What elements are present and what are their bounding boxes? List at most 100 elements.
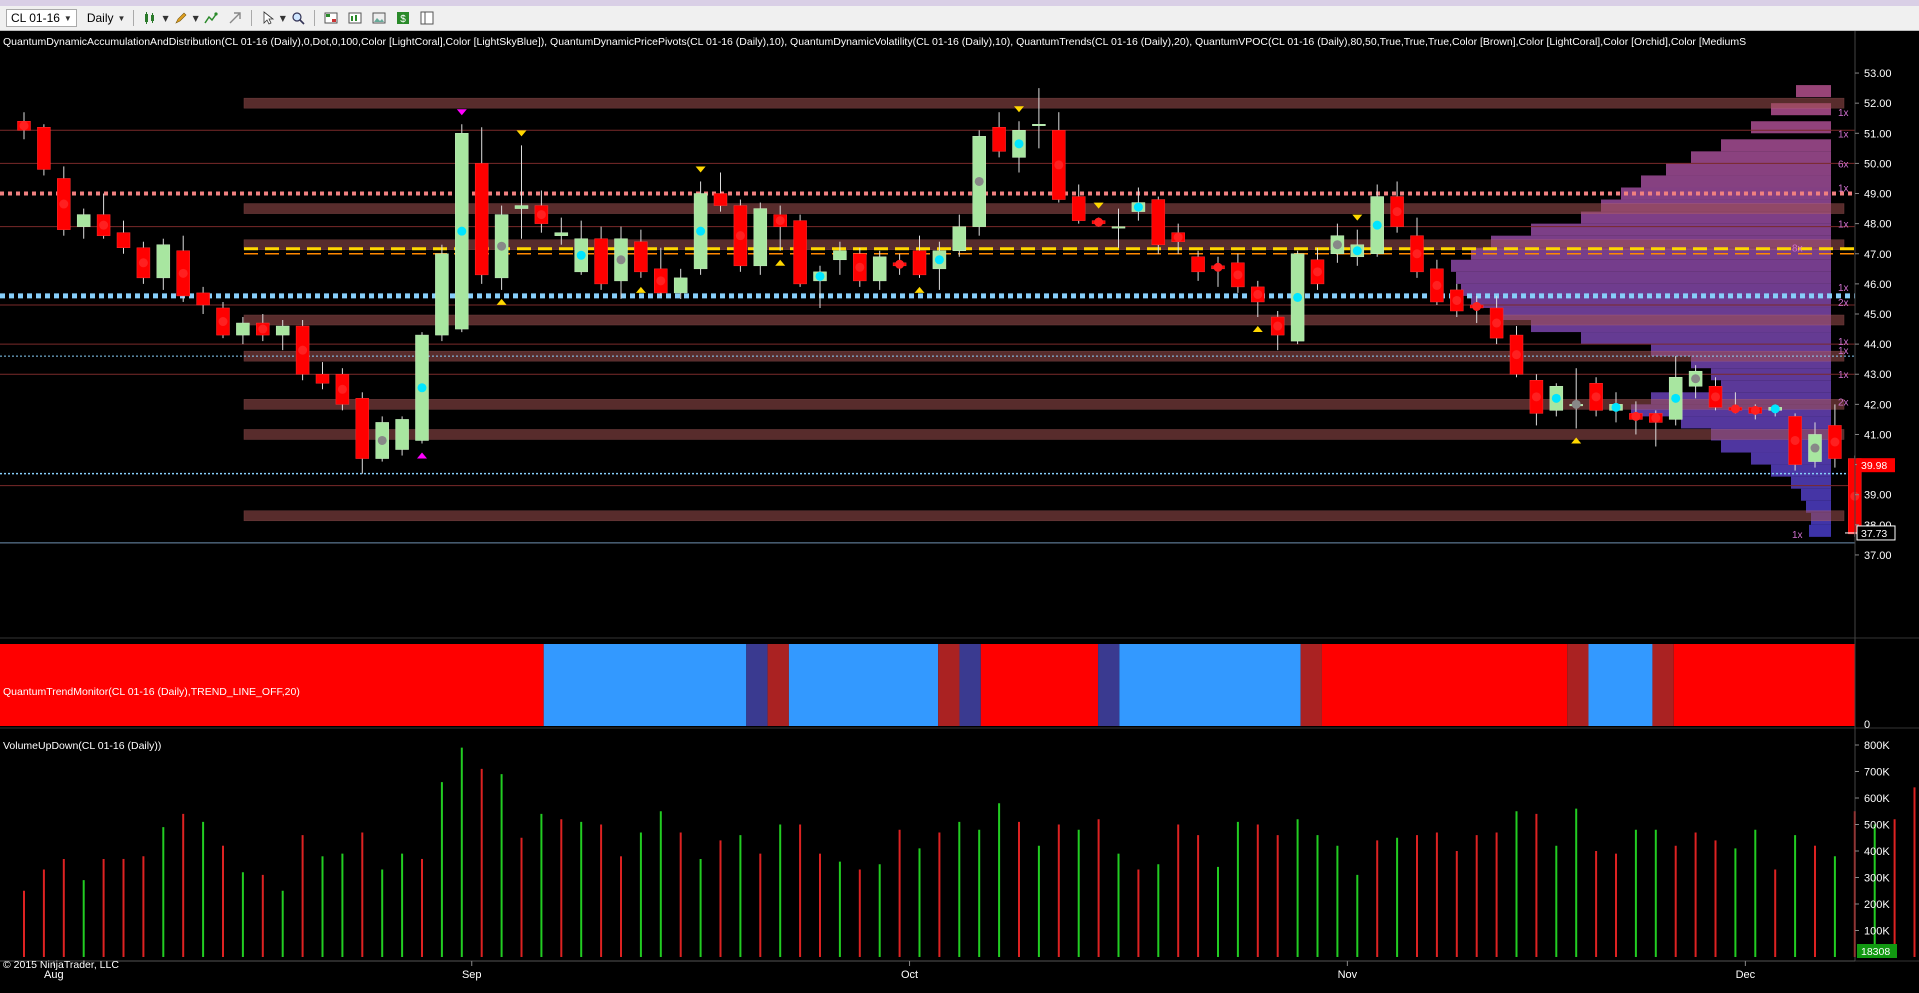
strategy-icon (229, 12, 241, 24)
volatility-dot (1531, 392, 1541, 402)
vpoc-profile-bar (1801, 488, 1831, 501)
chevron-down-icon: ▼ (279, 13, 286, 23)
candle-body (275, 325, 290, 336)
candle-body (315, 373, 330, 384)
interval-selector[interactable]: Daily ▼ (83, 10, 130, 26)
price-axis-label: 50.00 (1864, 158, 1892, 170)
volatility-dot (1730, 404, 1740, 414)
volatility-dot (616, 255, 626, 265)
candle-body (37, 127, 51, 170)
candle-body (713, 193, 728, 206)
price-axis-label: 42.00 (1864, 399, 1892, 411)
volatility-dot (1432, 280, 1442, 290)
volatility-dot (1512, 350, 1521, 360)
zoom-button[interactable] (288, 9, 308, 27)
support-resistance-zone (243, 510, 1845, 522)
volatility-dot (895, 259, 905, 269)
snapshot-button[interactable] (369, 9, 389, 27)
candle-body (514, 205, 529, 209)
candle-body (474, 163, 489, 276)
volume-axis-label: 700K (1864, 767, 1890, 779)
support-resistance-zone (243, 314, 1845, 326)
x-axis-label: Dec (1736, 969, 1756, 981)
chart-area[interactable]: 1x1x6x1x1x8x1x2x1x1x1x2x1x 53.0052.0051.… (0, 31, 1919, 993)
price-axis-label: 43.00 (1864, 369, 1892, 381)
volatility-dot (19, 121, 29, 131)
trend-indicator-label: QuantumTrendMonitor(CL 01-16 (Daily),TRE… (3, 686, 300, 698)
volatility-dot (337, 384, 347, 394)
trend-segment (1567, 644, 1589, 726)
candle-body (355, 398, 370, 459)
bar-type-button[interactable] (140, 9, 160, 27)
volatility-dot (1014, 139, 1024, 149)
dollar-icon: $ (396, 12, 409, 25)
vpoc-profile-bar (1809, 524, 1831, 537)
volatility-dot (536, 210, 546, 220)
vpoc-multiplier-label: 1x (1838, 129, 1849, 140)
vpoc-profile-bar (1641, 175, 1831, 188)
volatility-dot (99, 220, 109, 230)
volatility-dot (735, 231, 745, 241)
volatility-dot (1293, 292, 1303, 302)
candle-body (992, 127, 1006, 152)
data-box-button[interactable] (321, 9, 341, 27)
volatility-dot (696, 226, 706, 236)
volatility-dot (1352, 246, 1362, 256)
trend-segment (543, 644, 747, 726)
volatility-dot (1492, 318, 1502, 328)
candle-body (1111, 226, 1126, 229)
dollar-button[interactable]: $ (393, 9, 413, 27)
chart-properties-icon (348, 12, 362, 24)
pencil-icon (174, 12, 187, 24)
vpoc-profile-bar (1771, 464, 1831, 477)
candle-body (554, 232, 569, 236)
volatility-dot (417, 383, 427, 393)
trend-segment (1588, 644, 1653, 726)
vpoc-profile-bar (1691, 151, 1831, 164)
x-axis-label: Oct (901, 969, 918, 981)
volatility-dot (1472, 301, 1482, 311)
trend-segment (959, 644, 981, 726)
candle-body (673, 277, 688, 294)
cursor-mode-button[interactable] (258, 9, 278, 27)
candle-body (1071, 196, 1086, 221)
indicators-button[interactable] (201, 9, 221, 27)
price-axis-label: 44.00 (1864, 339, 1892, 351)
volume-indicator-label: VolumeUpDown(CL 01-16 (Daily)) (3, 740, 162, 752)
vpoc-profile-bar (1666, 163, 1831, 176)
toolbar-divider (250, 10, 252, 26)
volatility-dot (1213, 262, 1223, 272)
volatility-dot (934, 255, 944, 265)
price-axis-label: 45.00 (1864, 309, 1892, 321)
trend-segment (1321, 644, 1568, 726)
volatility-dot (815, 271, 825, 281)
volatility-dot (178, 268, 188, 278)
toolbar-divider (133, 10, 135, 26)
volatility-dot (1551, 393, 1561, 403)
volatility-dot (1790, 435, 1800, 445)
properties-button[interactable] (345, 9, 365, 27)
draw-tool-button[interactable] (171, 9, 191, 27)
candle-body (116, 232, 131, 248)
volatility-dot (1313, 267, 1322, 277)
panels-button[interactable] (417, 9, 437, 27)
instrument-selector[interactable]: CL 01-16 ▼ (6, 9, 77, 27)
price-axis-label: 53.00 (1864, 68, 1892, 80)
interval-label: Daily (86, 11, 114, 25)
price-axis-label: 51.00 (1864, 128, 1892, 140)
svg-text:$: $ (400, 14, 406, 25)
panels-icon (420, 11, 434, 25)
vpoc-profile-bar (1531, 223, 1831, 236)
strategies-button[interactable] (225, 9, 245, 27)
candle-body (1191, 256, 1205, 273)
volatility-dot (1671, 393, 1681, 403)
chevron-down-icon: ▼ (117, 13, 126, 23)
price-axis-label: 37.00 (1864, 550, 1892, 562)
chevron-down-icon: ▼ (63, 13, 72, 23)
vpoc-multiplier-label: 1x (1838, 183, 1849, 194)
vpoc-profile-bar (1621, 187, 1831, 200)
support-resistance-zone (243, 399, 1845, 410)
vpoc-multiplier-label: 1x (1838, 370, 1849, 381)
volatility-dot (1233, 270, 1243, 280)
volatility-dot (138, 258, 148, 268)
